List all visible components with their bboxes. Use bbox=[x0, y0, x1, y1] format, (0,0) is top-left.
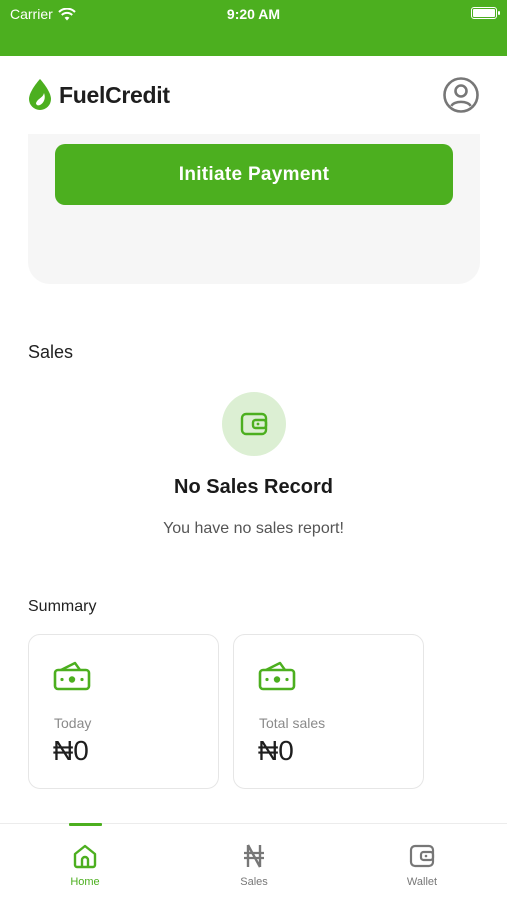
status-time: 9:20 AM bbox=[226, 6, 281, 22]
home-icon bbox=[73, 844, 97, 869]
nav-sales-label: Sales bbox=[240, 876, 268, 888]
nav-sales[interactable]: Sales bbox=[194, 824, 314, 900]
nav-home-label: Home bbox=[70, 876, 100, 888]
wallet-icon bbox=[240, 412, 268, 436]
today-value: ₦0 bbox=[53, 735, 89, 766]
bottom-nav: Home Sales Wallet bbox=[0, 823, 507, 900]
fuel-drop-icon bbox=[29, 79, 51, 110]
nav-home[interactable]: Home bbox=[25, 823, 145, 900]
active-tab-indicator bbox=[69, 823, 102, 826]
user-circle-icon[interactable] bbox=[443, 77, 479, 113]
nav-wallet-label: Wallet bbox=[406, 876, 438, 888]
brand-logo: FuelCredit bbox=[27, 78, 170, 112]
summary-heading: Summary bbox=[28, 598, 97, 615]
sales-heading: Sales bbox=[28, 342, 74, 362]
today-label: Today bbox=[54, 715, 92, 731]
brand-name: FuelCredit bbox=[59, 81, 170, 108]
naira-icon bbox=[244, 844, 264, 868]
empty-sales-title: No Sales Record bbox=[174, 476, 333, 498]
status-bar: Carrier 9:20 AM bbox=[0, 0, 507, 56]
empty-sales-subtitle: You have no sales report! bbox=[163, 520, 344, 537]
wallet-icon bbox=[409, 844, 435, 868]
summary-card-today: Today ₦0 bbox=[28, 634, 219, 789]
battery-icon bbox=[471, 7, 500, 19]
empty-sales-badge bbox=[222, 392, 286, 456]
cash-icon bbox=[53, 661, 91, 691]
nav-wallet[interactable]: Wallet bbox=[362, 824, 482, 900]
initiate-payment-button[interactable]: Initiate Payment bbox=[55, 144, 453, 205]
cash-icon bbox=[258, 661, 296, 691]
total-sales-label: Total sales bbox=[259, 715, 326, 731]
app-header: FuelCredit bbox=[0, 56, 507, 134]
total-sales-value: ₦0 bbox=[258, 735, 294, 766]
summary-card-total-sales: Total sales ₦0 bbox=[233, 634, 424, 789]
